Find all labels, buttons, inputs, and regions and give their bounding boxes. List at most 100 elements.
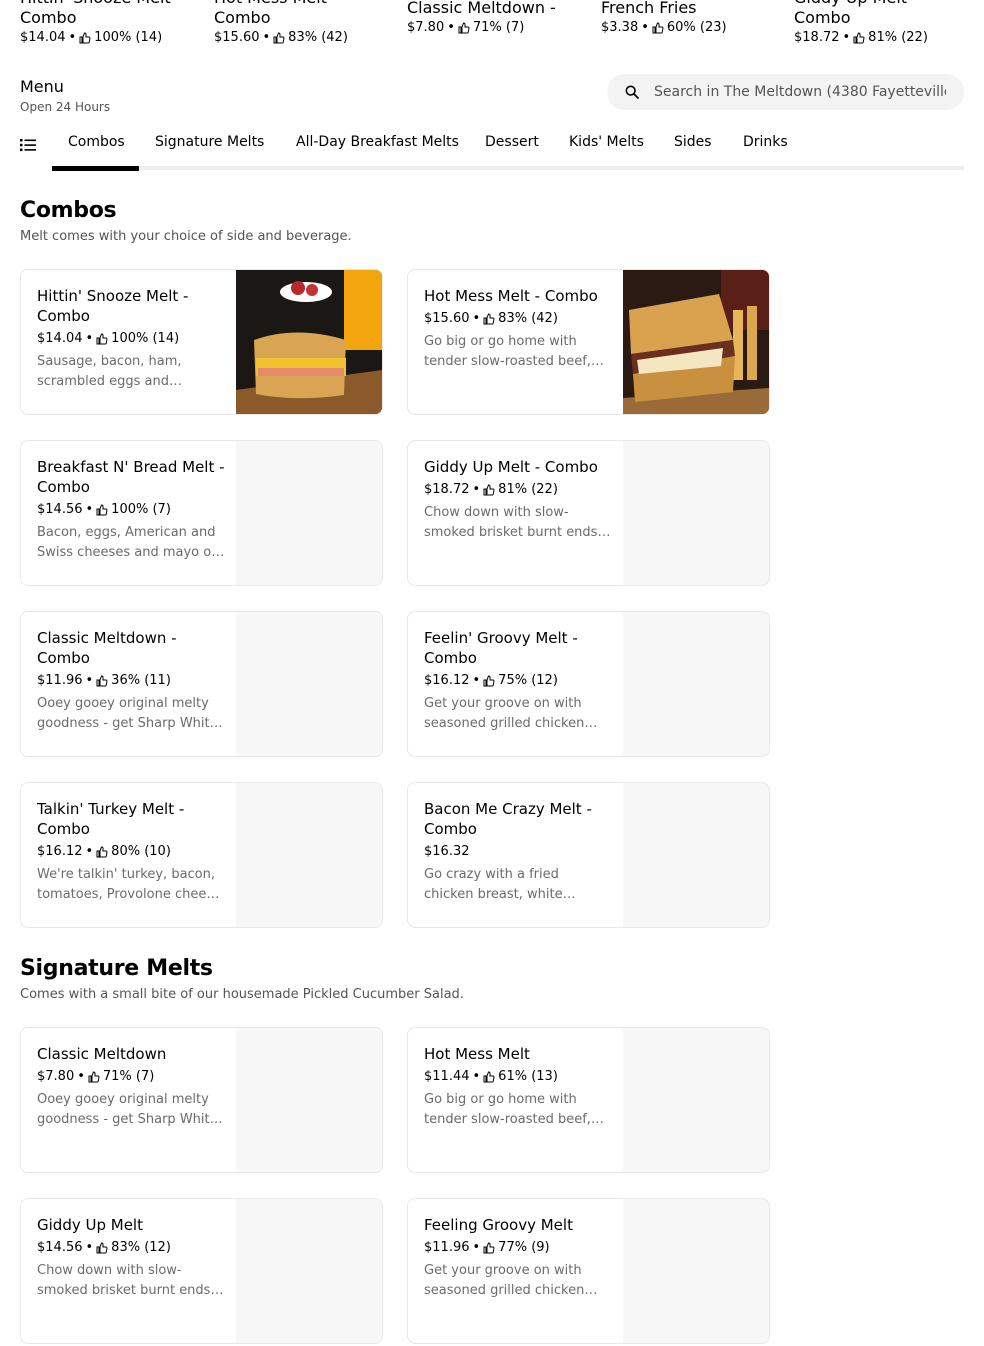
- thumbs-up-icon: [483, 675, 495, 687]
- featured-item-rating: 100% (14): [94, 30, 163, 45]
- menu-item-price: $14.04: [37, 331, 83, 346]
- menu-item-description: Ooey gooey original melty goodness - get…: [37, 1092, 218, 1127]
- tab-all-day-breakfast-melts[interactable]: All-Day Breakfast Melts: [296, 133, 459, 151]
- menu-item-card[interactable]: Feelin' Groovy Melt - Combo $16.12 • 75% …: [407, 611, 770, 757]
- menu-item-name: Giddy Up Melt - Combo: [424, 458, 598, 476]
- featured-item-title: Hot Mess Melt - Combo: [214, 0, 338, 27]
- menu-item-meta: $11.96 • 36% (11): [37, 673, 171, 688]
- menu-item-description: Go big or go home with tender slow-roast…: [424, 1092, 591, 1127]
- menu-item-card[interactable]: Feeling Groovy Melt $11.96 • 77% (9) Get …: [407, 1198, 770, 1344]
- menu-item-meta: $15.60 • 83% (42): [424, 311, 558, 326]
- featured-item-meta: $18.72 • 81% (22): [794, 30, 928, 45]
- menu-item-price: $16.32: [424, 844, 470, 859]
- featured-item[interactable]: Classic Meltdown - $7.80 • 71% (7): [407, 0, 587, 36]
- menu-item-rating: 80% (10): [111, 844, 171, 859]
- menu-item-rating: 71% (7): [102, 1069, 155, 1084]
- tab-kids-melts[interactable]: Kids' Melts: [569, 133, 644, 151]
- menu-item-image-placeholder: [236, 1028, 382, 1172]
- thumbs-up-icon: [483, 1242, 495, 1254]
- menu-item-text: Bacon Me Crazy Melt - Combo $16.32 Go cr…: [424, 799, 612, 905]
- featured-item-title: Classic Meltdown -: [407, 0, 556, 17]
- search-input[interactable]: [654, 84, 946, 100]
- menu-item-text: Giddy Up Melt $14.56 • 83% (12) Chow down…: [37, 1215, 225, 1301]
- tabs-rail: [52, 166, 964, 170]
- featured-item-meta: $14.04 • 100% (14): [20, 30, 163, 45]
- tab-drinks[interactable]: Drinks: [743, 133, 788, 151]
- menu-item-text: Feeling Groovy Melt $11.96 • 77% (9) Get …: [424, 1215, 612, 1301]
- menu-item-image-placeholder: [623, 612, 769, 756]
- menu-item-meta: $14.04 • 100% (14): [37, 331, 180, 346]
- menu-item-rating: 75% (12): [498, 673, 558, 688]
- list-icon[interactable]: [20, 137, 36, 153]
- menu-item-text: Hittin' Snooze Melt - Combo $14.04 • 100%…: [37, 286, 225, 392]
- menu-header: Menu Open 24 Hours: [20, 76, 110, 115]
- menu-item-rating: 61% (13): [498, 1069, 558, 1084]
- section-title-signature-melts: Signature Melts: [20, 956, 213, 981]
- menu-item-description: Chow down with slow-smoked brisket burnt…: [37, 1263, 215, 1298]
- menu-item-name: Giddy Up Melt: [37, 1216, 143, 1234]
- menu-item-text: Talkin' Turkey Melt - Combo $16.12 • 80% …: [37, 799, 225, 905]
- menu-item-card[interactable]: Classic Meltdown - Combo $11.96 • 36% (11…: [20, 611, 383, 757]
- thumbs-up-icon: [96, 504, 108, 516]
- thumbs-up-icon: [483, 313, 495, 325]
- tab-sides[interactable]: Sides: [674, 133, 712, 151]
- menu-item-image-placeholder: [236, 783, 382, 927]
- menu-item-name: Classic Meltdown: [37, 1045, 167, 1063]
- menu-item-name: Feeling Groovy Melt: [424, 1216, 573, 1234]
- menu-item-card[interactable]: Talkin' Turkey Melt - Combo $16.12 • 80% …: [20, 782, 383, 928]
- menu-item-card[interactable]: Classic Meltdown $7.80 • 71% (7) Ooey goo…: [20, 1027, 383, 1173]
- menu-item-image-placeholder: [623, 783, 769, 927]
- category-tabs: Combos Signature Melts All-Day Breakfast…: [0, 128, 964, 172]
- featured-item-title: Hittin' Snooze Melt - Combo: [20, 0, 182, 27]
- menu-item-name: Classic Meltdown - Combo: [37, 629, 177, 667]
- menu-item-meta: $16.12 • 80% (10): [37, 844, 171, 859]
- featured-item[interactable]: Hittin' Snooze Melt - Combo $14.04• 100%…: [20, 0, 200, 46]
- thumbs-up-icon: [96, 333, 108, 345]
- menu-item-card[interactable]: Giddy Up Melt $14.56 • 83% (12) Chow down…: [20, 1198, 383, 1344]
- menu-item-card[interactable]: Giddy Up Melt - Combo $18.72 • 81% (22) C…: [407, 440, 770, 586]
- featured-item[interactable]: French Fries $3.38 • 60% (23): [601, 0, 781, 36]
- tab-combos[interactable]: Combos: [68, 133, 125, 151]
- menu-item-image-placeholder: [236, 441, 382, 585]
- menu-item-image-placeholder: [623, 1199, 769, 1343]
- tab-dessert[interactable]: Dessert: [485, 133, 539, 151]
- menu-item-name: Hittin' Snooze Melt - Combo: [37, 287, 189, 325]
- thumbs-up-icon: [483, 1071, 495, 1083]
- featured-item-meta: $15.60 • 83% (42): [214, 30, 348, 45]
- menu-item-price: $11.96: [37, 673, 83, 688]
- menu-item-name: Bacon Me Crazy Melt - Combo: [424, 800, 592, 838]
- menu-item-image: [236, 270, 382, 414]
- menu-item-image-placeholder: [236, 1199, 382, 1343]
- menu-item-name: Hot Mess Melt - Combo: [424, 287, 598, 305]
- menu-item-card[interactable]: Hittin' Snooze Melt - Combo $14.04 • 100%…: [20, 269, 383, 415]
- thumbs-up-icon: [96, 1242, 108, 1254]
- menu-item-meta: $18.72 • 81% (22): [424, 482, 558, 497]
- featured-item[interactable]: Giddy Up Melt - Combo $18.72• 81% (22): [794, 0, 974, 46]
- featured-item[interactable]: Hot Mess Melt - Combo $15.60• 83% (42): [214, 0, 394, 46]
- menu-item-price: $11.96: [424, 1240, 470, 1255]
- menu-item-image-placeholder: [236, 612, 382, 756]
- menu-item-rating: 36% (11): [111, 673, 171, 688]
- menu-item-name: Feelin' Groovy Melt - Combo: [424, 629, 578, 667]
- menu-item-price: $14.56: [37, 1240, 83, 1255]
- menu-item-image-placeholder: [623, 1028, 769, 1172]
- menu-item-card[interactable]: Hot Mess Melt - Combo $15.60 • 83% (42) G…: [407, 269, 770, 415]
- menu-item-price: $11.44: [424, 1069, 470, 1084]
- menu-search[interactable]: [607, 74, 964, 110]
- featured-item-price: $3.38: [601, 20, 639, 35]
- menu-item-price: $7.80: [37, 1069, 75, 1084]
- menu-item-meta: $14.56 • 100% (7): [37, 502, 171, 517]
- menu-item-description: We're talkin' turkey, bacon, tomatoes, P…: [37, 867, 222, 902]
- thumbs-up-icon: [652, 22, 664, 34]
- menu-item-card[interactable]: Breakfast N' Bread Melt - Combo $14.56 • …: [20, 440, 383, 586]
- menu-item-rating: 83% (42): [498, 311, 558, 326]
- featured-item-title: Giddy Up Melt - Combo: [794, 0, 918, 27]
- menu-item-name: Talkin' Turkey Melt - Combo: [37, 800, 185, 838]
- menu-item-name: Hot Mess Melt: [424, 1045, 530, 1063]
- tab-signature-melts[interactable]: Signature Melts: [155, 133, 264, 151]
- menu-item-text: Hot Mess Melt $11.44 • 61% (13) Go big or…: [424, 1044, 612, 1130]
- menu-item-card[interactable]: Bacon Me Crazy Melt - Combo $16.32 Go cr…: [407, 782, 770, 928]
- thumbs-up-icon: [483, 484, 495, 496]
- thumbs-up-icon: [96, 675, 108, 687]
- menu-item-card[interactable]: Hot Mess Melt $11.44 • 61% (13) Go big or…: [407, 1027, 770, 1173]
